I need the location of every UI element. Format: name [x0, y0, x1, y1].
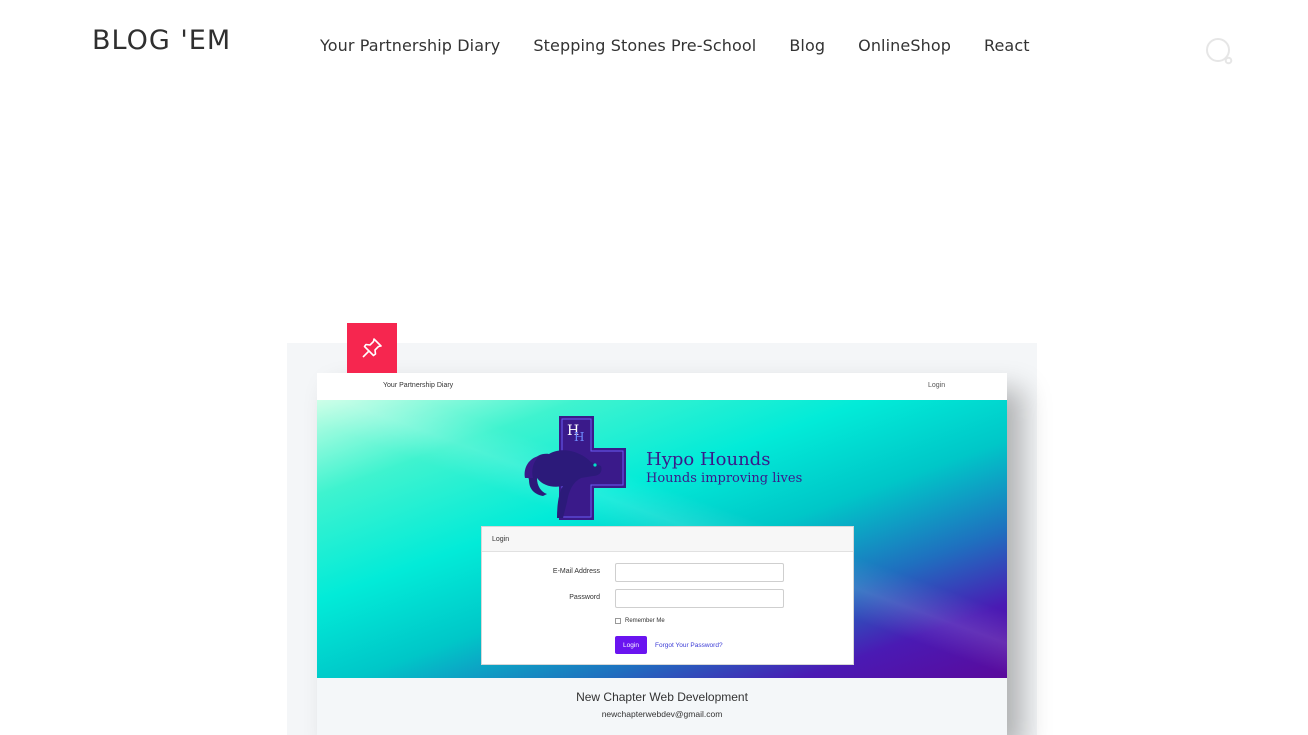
search-icon[interactable] [1204, 36, 1234, 66]
site-header: BLOG 'EM Your Partnership Diary Stepping… [0, 0, 1308, 90]
nav-item-stepping-stones[interactable]: Stepping Stones Pre-School [533, 36, 756, 55]
remember-me[interactable]: Remember Me [615, 618, 665, 624]
login-button[interactable]: Login [615, 636, 647, 654]
screenshot-hero: H H Hypo Hounds Hounds improving lives L… [317, 400, 1007, 678]
brand-tagline: Hounds improving lives [646, 471, 803, 486]
screenshot-navbar: Your Partnership Diary Login [317, 373, 1007, 400]
password-label: Password [569, 594, 600, 601]
login-card: Login E-Mail Address Password Remember M… [481, 526, 854, 665]
email-label: E-Mail Address [552, 568, 600, 575]
main-nav: Your Partnership Diary Stepping Stones P… [320, 36, 1063, 55]
pin-icon [347, 323, 397, 373]
brand-title: Hypo Hounds [646, 449, 771, 470]
password-field[interactable] [615, 589, 784, 608]
hypo-hounds-logo: H H [523, 416, 635, 526]
nav-item-blog[interactable]: Blog [789, 36, 825, 55]
svg-text:H: H [574, 430, 584, 444]
remember-label: Remember Me [625, 618, 665, 624]
email-row: E-Mail Address [482, 563, 855, 583]
screenshot-login-link: Login [928, 382, 946, 389]
login-card-heading: Login [482, 527, 853, 552]
screenshot-footer-title: New Chapter Web Development [576, 690, 748, 704]
email-field[interactable] [615, 563, 784, 582]
nav-item-react[interactable]: React [984, 36, 1030, 55]
nav-item-onlineshop[interactable]: OnlineShop [858, 36, 951, 55]
password-row: Password [482, 589, 855, 609]
remember-checkbox[interactable] [615, 618, 621, 624]
nav-item-partnership-diary[interactable]: Your Partnership Diary [320, 36, 500, 55]
site-logo[interactable]: BLOG 'EM [92, 25, 231, 56]
screenshot-brand: Your Partnership Diary [383, 382, 454, 389]
screenshot-footer-email: newchapterwebdev@gmail.com [601, 709, 723, 719]
forgot-password-link[interactable]: Forgot Your Password? [655, 642, 723, 649]
featured-post-image[interactable]: Your Partnership Diary Login H H Hypo Ho… [317, 373, 1007, 735]
